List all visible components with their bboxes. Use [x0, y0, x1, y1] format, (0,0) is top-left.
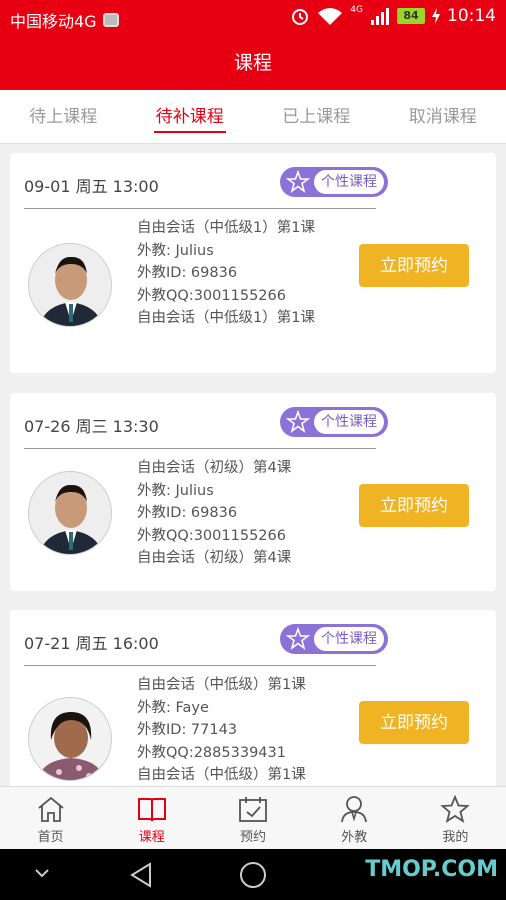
- teacher-avatar: [28, 243, 112, 327]
- home-circle-icon[interactable]: [239, 861, 267, 889]
- teacher-avatar: [28, 697, 112, 781]
- teacher-qq: 外教QQ:3001155266: [137, 527, 286, 544]
- card-header: 07-21 周五 16:00 个性课程: [24, 610, 388, 666]
- tab-label: 取消课程: [408, 107, 477, 127]
- star-icon: [440, 795, 471, 823]
- nav-home[interactable]: 首页: [0, 787, 101, 849]
- nav-teachers[interactable]: 外教: [304, 787, 405, 849]
- wifi-icon: [318, 8, 343, 25]
- chevron-down-icon[interactable]: [34, 867, 50, 879]
- course-type-label: 个性课程: [314, 627, 384, 651]
- tab-cancelled[interactable]: 取消课程: [380, 90, 506, 143]
- nav-label: 外教: [341, 830, 368, 845]
- teacher-icon: [341, 796, 368, 823]
- alarm-icon: [292, 9, 309, 25]
- course-list: 09-01 周五 13:00 个性课程 自由会话（中低级1）第1课 外教: Ju…: [0, 144, 506, 786]
- bottom-nav: 首页 课程 预约 外教 我的: [0, 786, 506, 849]
- battery-icon: 84: [397, 8, 425, 24]
- system-nav-bar: TMOP.COM: [0, 849, 506, 900]
- nav-label: 我的: [442, 830, 469, 845]
- tab-underline: [153, 131, 226, 133]
- course-card: 09-01 周五 13:00 个性课程 自由会话（中低级1）第1课 外教: Ju…: [10, 153, 496, 373]
- teacher-qq: 外教QQ:2885339431: [137, 744, 286, 761]
- status-left: 中国移动4G: [10, 8, 119, 32]
- app-header: 课程: [0, 36, 506, 90]
- teacher-id: 外教ID: 69836: [137, 505, 238, 521]
- nav-mine[interactable]: 我的: [405, 787, 506, 849]
- teacher-name: 外教: Faye: [137, 699, 209, 716]
- network-label: 4G: [350, 5, 363, 15]
- course-description: 自由会话（中低级1）第1课: [137, 310, 315, 326]
- nav-booking[interactable]: 预约: [202, 787, 303, 849]
- book-now-button[interactable]: 立即预约: [359, 484, 469, 527]
- book-now-button[interactable]: 立即预约: [359, 701, 469, 744]
- course-type-badge: 个性课程: [280, 167, 388, 197]
- back-icon[interactable]: [128, 861, 154, 889]
- status-bar: 中国移动4G 4G 84 10:14: [0, 0, 506, 36]
- charging-icon: [432, 8, 440, 24]
- teacher-qq: 外教QQ:3001155266: [137, 287, 286, 304]
- teacher-avatar: [28, 471, 112, 555]
- course-card: 07-21 周五 16:00 个性课程 自由会话（中低级）第1课 外教: Fay…: [10, 610, 496, 786]
- course-date: 09-01 周五 13:00: [24, 177, 159, 196]
- book-now-button[interactable]: 立即预约: [359, 244, 469, 287]
- tab-completed[interactable]: 已上课程: [253, 90, 380, 143]
- teacher-id: 外教ID: 69836: [137, 265, 238, 281]
- carrier-label: 中国移动4G: [10, 12, 97, 31]
- course-name: 自由会话（中低级）第1课: [137, 677, 306, 693]
- tab-label: 待补课程: [155, 107, 224, 127]
- course-description: 自由会话（中低级）第1课: [137, 767, 306, 783]
- course-info: 自由会话（初级）第4课 外教: Julius 外教ID: 69836 外教QQ:…: [137, 457, 357, 570]
- card-header: 07-26 周三 13:30 个性课程: [24, 393, 388, 449]
- course-tabs: 待上课程 待补课程 已上课程 取消课程: [0, 90, 506, 144]
- teacher-name: 外教: Julius: [137, 242, 214, 259]
- card-header: 09-01 周五 13:00 个性课程: [24, 153, 388, 209]
- course-name: 自由会话（初级）第4课: [137, 460, 292, 476]
- home-icon: [38, 796, 64, 822]
- star-badge-icon: [286, 410, 310, 434]
- nav-label: 首页: [37, 830, 64, 845]
- watermark-logo: TMOP.COM: [365, 857, 498, 882]
- teacher-name: 外教: Julius: [137, 482, 214, 499]
- star-badge-icon: [286, 170, 310, 194]
- sim-icon: [102, 13, 119, 27]
- tab-upcoming[interactable]: 待上课程: [0, 90, 127, 143]
- calendar-check-icon: [239, 797, 267, 822]
- course-date: 07-26 周三 13:30: [24, 417, 159, 436]
- course-description: 自由会话（初级）第4课: [137, 550, 292, 566]
- course-type-label: 个性课程: [314, 410, 384, 434]
- course-date: 07-21 周五 16:00: [24, 634, 159, 653]
- course-card: 07-26 周三 13:30 个性课程 自由会话（初级）第4课 外教: Juli…: [10, 393, 496, 591]
- tab-makeup[interactable]: 待补课程: [127, 90, 254, 143]
- tab-label: 已上课程: [282, 107, 351, 127]
- course-info: 自由会话（中低级1）第1课 外教: Julius 外教ID: 69836 外教Q…: [137, 217, 357, 330]
- tab-label: 待上课程: [29, 107, 98, 127]
- page-title: 课程: [233, 52, 272, 74]
- star-badge-icon: [286, 627, 310, 651]
- nav-label: 预约: [240, 830, 267, 845]
- teacher-id: 外教ID: 77143: [137, 722, 238, 738]
- nav-courses[interactable]: 课程: [101, 787, 202, 849]
- course-type-badge: 个性课程: [280, 624, 388, 654]
- status-right: 4G 84 10:14: [290, 5, 496, 26]
- course-type-badge: 个性课程: [280, 407, 388, 437]
- course-info: 自由会话（中低级）第1课 外教: Faye 外教ID: 77143 外教QQ:2…: [137, 674, 357, 786]
- course-name: 自由会话（中低级1）第1课: [137, 220, 315, 236]
- signal-icon: [371, 8, 389, 25]
- book-icon: [137, 798, 166, 822]
- course-type-label: 个性课程: [314, 170, 384, 194]
- nav-label: 课程: [138, 830, 165, 845]
- clock: 10:14: [447, 6, 496, 26]
